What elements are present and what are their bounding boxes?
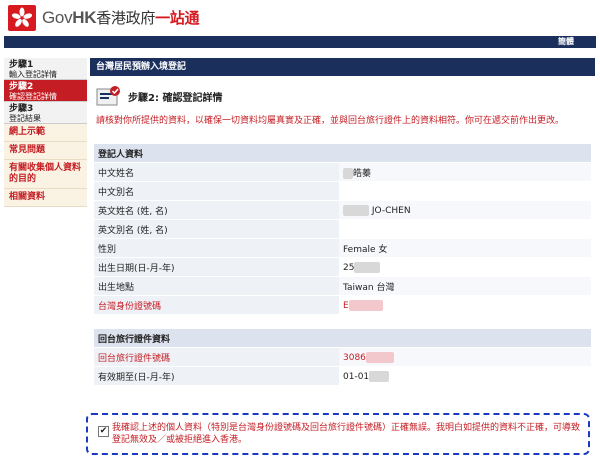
- table-row: 性別 Female 女: [94, 238, 591, 258]
- language-link[interactable]: 簡體: [558, 36, 574, 48]
- field-value: [339, 219, 591, 239]
- declaration-checkbox[interactable]: ✔: [98, 426, 109, 437]
- field-label: 出生日期(日-月-年): [94, 257, 339, 277]
- table-row: 出生地點 Taiwan 台灣: [94, 276, 591, 296]
- section-title-registrant: 登記人資料: [94, 144, 591, 163]
- form-check-icon: [96, 86, 120, 106]
- table-row: 中文別名: [94, 181, 591, 201]
- sidebar-link-online-demo[interactable]: 網上示範: [4, 124, 87, 142]
- field-value: Female 女: [339, 238, 591, 258]
- govhk-logo-text[interactable]: GovHK香港政府一站通: [42, 7, 199, 28]
- table-row: 出生日期(日-月-年) 25: [94, 257, 591, 277]
- verification-note: 請核對你所提供的資料，以確保一切資料均屬真實及正確，並與回台旅行證件上的資料相符…: [96, 116, 565, 126]
- table-row: 英文別名 (姓, 名): [94, 219, 591, 239]
- sidebar-link-personal-data-purpose[interactable]: 有關收集個人資料的目的: [4, 160, 87, 189]
- hk-flag-logo[interactable]: [8, 5, 36, 31]
- top-nav-bar: 簡體: [4, 36, 596, 48]
- declaration-box: ✔ 我確認上述的個人資料（特別是台灣身份證號碼及回台旅行證件號碼）正確無誤。我明…: [86, 413, 590, 455]
- step-heading: 步驟2: 確認登記詳情: [128, 93, 223, 104]
- field-label: 英文別名 (姓, 名): [94, 219, 339, 239]
- site-header: GovHK香港政府一站通: [0, 0, 600, 36]
- table-row: 中文姓名 皓蓁: [94, 162, 591, 182]
- sidebar: 步驟1 輸入登記詳情 步驟2 確認登記詳情 步驟3 登記結果 網上示範 常見問題 有關…: [4, 58, 87, 207]
- registrant-table: 登記人資料 中文姓名 皓蓁 中文別名 英文姓名 (姓, 名) JO-CHEN 英…: [94, 144, 591, 315]
- sidebar-step-2: 步驟2 確認登記詳情: [4, 80, 87, 102]
- section-title-travel-document: 回台旅行證件資料: [94, 329, 591, 348]
- sidebar-link-related-info[interactable]: 相關資料: [4, 189, 87, 207]
- field-value: 25: [339, 257, 591, 277]
- field-label: 回台旅行證件號碼: [94, 347, 339, 367]
- sidebar-step-3: 步驟3 登記結果: [4, 102, 87, 124]
- field-label: 中文別名: [94, 181, 339, 201]
- field-label: 英文姓名 (姓, 名): [94, 200, 339, 220]
- field-label: 中文姓名: [94, 162, 339, 182]
- field-value: 01-01: [339, 366, 591, 386]
- field-label: 出生地點: [94, 276, 339, 296]
- table-row: 回台旅行證件號碼 3086: [94, 347, 591, 367]
- sidebar-step-1: 步驟1 輸入登記詳情: [4, 58, 87, 80]
- step-header: 步驟2: 確認登記詳情: [90, 76, 595, 116]
- field-label: 台灣身份證號碼: [94, 295, 339, 315]
- field-value: 3086: [339, 347, 591, 367]
- sidebar-link-faq[interactable]: 常見問題: [4, 142, 87, 160]
- field-value: Taiwan 台灣: [339, 276, 591, 296]
- main-content: 台灣居民預辦入境登記 步驟2: 確認登記詳情 請核對你所提供的資料，以確保一切資…: [90, 58, 595, 386]
- table-row: 英文姓名 (姓, 名) JO-CHEN: [94, 200, 591, 220]
- field-value: JO-CHEN: [339, 200, 591, 220]
- field-value: [339, 181, 591, 201]
- field-label: 有效期至(日-月-年): [94, 366, 339, 386]
- field-value: E: [339, 295, 591, 315]
- field-label: 性別: [94, 238, 339, 258]
- table-row: 台灣身份證號碼 E: [94, 295, 591, 315]
- table-row: 有效期至(日-月-年) 01-01: [94, 366, 591, 386]
- declaration-text: 我確認上述的個人資料（特別是台灣身份證號碼及回台旅行證件號碼）正確無誤。我明白如…: [112, 423, 581, 445]
- field-value: 皓蓁: [339, 162, 591, 182]
- travel-document-table: 回台旅行證件資料 回台旅行證件號碼 3086 有效期至(日-月-年) 01-01: [94, 329, 591, 386]
- page-title: 台灣居民預辦入境登記: [90, 58, 595, 76]
